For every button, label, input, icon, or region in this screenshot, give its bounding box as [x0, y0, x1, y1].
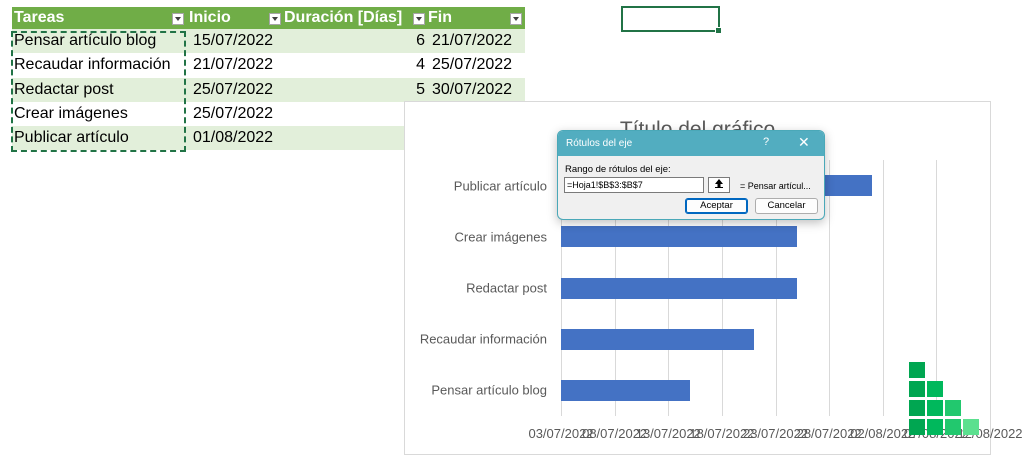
accept-button[interactable]: Aceptar — [685, 198, 748, 214]
cell-end[interactable]: 30/07/2022 — [430, 78, 527, 102]
cancel-button[interactable]: Cancelar — [755, 198, 818, 214]
cell-task[interactable]: Recaudar información — [14, 53, 184, 77]
logo-square-icon — [927, 381, 943, 397]
cell-task[interactable]: Publicar artículo — [14, 126, 184, 150]
gridline — [829, 160, 831, 416]
logo-square-icon — [963, 419, 979, 435]
category-label: Publicar artículo — [453, 178, 547, 194]
table-row: Redactar post 25/07/2022 5 30/07/2022 — [12, 77, 527, 102]
category-label: Recaudar información — [419, 331, 547, 347]
category-label: Crear imágenes — [454, 229, 548, 245]
axis-labels-dialog: Rótulos del eje ? ✕ Rango de rótulos del… — [557, 130, 825, 220]
active-cell-selection[interactable] — [621, 6, 722, 34]
category-label: Redactar post — [466, 280, 547, 296]
header-tareas[interactable]: Tareas — [14, 7, 184, 29]
logo-square-icon — [945, 419, 961, 435]
filter-dropdown-icon[interactable] — [413, 13, 425, 25]
gridline — [990, 160, 991, 416]
table-row: Recaudar información 21/07/2022 4 25/07/… — [12, 53, 525, 77]
cell-end[interactable]: 21/07/2022 — [430, 29, 527, 53]
category-label: Pensar artículo blog — [431, 382, 547, 398]
dialog-title-bar[interactable]: Rótulos del eje ? ✕ — [558, 131, 824, 156]
logo-square-icon — [909, 362, 925, 378]
cell-start[interactable]: 15/07/2022 — [192, 29, 286, 53]
cell-duration[interactable]: 4 — [286, 53, 425, 77]
cell-duration[interactable]: 5 — [286, 78, 425, 102]
cell-start[interactable]: 25/07/2022 — [192, 102, 286, 126]
bar[interactable] — [561, 226, 797, 248]
collapse-dialog-button[interactable] — [708, 177, 730, 193]
bar[interactable] — [561, 328, 755, 350]
filter-dropdown-icon[interactable] — [172, 13, 184, 25]
logo-square-icon — [909, 381, 925, 397]
gridline — [936, 160, 938, 416]
table-header-row: Tareas Inicio Duración [Días] Fin — [12, 7, 525, 29]
range-preview: = Pensar artícul... — [740, 181, 811, 191]
cell-task[interactable]: Redactar post — [14, 78, 184, 102]
table-row: Pensar artículo blog 15/07/2022 6 21/07/… — [12, 29, 527, 54]
axis-range-input[interactable]: =Hoja1!$B$3:$B$7 — [564, 177, 704, 193]
dialog-title: Rótulos del eje — [566, 138, 633, 149]
cell-start[interactable]: 21/07/2022 — [192, 53, 286, 77]
range-label: Rango de rótulos del eje: — [565, 164, 671, 175]
arrow-up-icon — [715, 179, 723, 188]
logo-square-icon — [927, 400, 943, 416]
bar[interactable] — [561, 379, 690, 401]
gridline — [882, 160, 884, 416]
logo-square-icon — [909, 419, 925, 435]
bar[interactable] — [561, 277, 797, 299]
cell-duration[interactable]: 6 — [286, 29, 425, 53]
close-icon[interactable]: ✕ — [798, 134, 810, 151]
cell-task[interactable]: Pensar artículo blog — [14, 29, 184, 53]
cell-start[interactable]: 01/08/2022 — [192, 126, 286, 150]
header-inicio[interactable]: Inicio — [188, 7, 282, 29]
cell-start[interactable]: 25/07/2022 — [192, 78, 286, 102]
filter-dropdown-icon[interactable] — [269, 13, 281, 25]
logo-square-icon — [945, 400, 961, 416]
header-duracion[interactable]: Duración [Días] — [284, 7, 423, 29]
logo-square-icon — [909, 400, 925, 416]
cell-task[interactable]: Crear imágenes — [14, 102, 184, 126]
help-icon[interactable]: ? — [763, 136, 769, 148]
filter-dropdown-icon[interactable] — [510, 13, 522, 25]
logo-square-icon — [927, 419, 943, 435]
cell-end[interactable]: 25/07/2022 — [430, 53, 527, 77]
header-fin[interactable]: Fin — [426, 7, 523, 29]
